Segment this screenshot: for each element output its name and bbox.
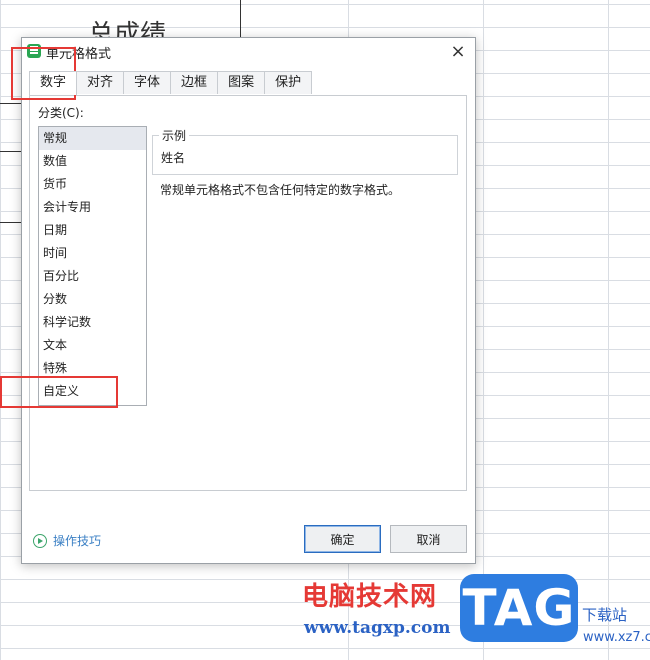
watermark-url: www.tagxp.com	[304, 618, 451, 638]
tab-alignment[interactable]: 对齐	[76, 71, 125, 94]
sheet-border-line	[0, 103, 22, 104]
category-item-time[interactable]: 时间	[39, 242, 146, 265]
category-item-number[interactable]: 数值	[39, 150, 146, 173]
tab-number[interactable]: 数字	[29, 71, 78, 95]
tab-border[interactable]: 边框	[170, 71, 219, 94]
ok-button[interactable]: 确定	[304, 525, 381, 553]
category-item-currency[interactable]: 货币	[39, 173, 146, 196]
category-item-accounting[interactable]: 会计专用	[39, 196, 146, 219]
format-cells-dialog: 单元格格式 × 数字 对齐 字体 边框 图案 保护 分类(C): 常规 数值 货…	[21, 37, 476, 564]
category-list[interactable]: 常规 数值 货币 会计专用 日期 时间 百分比 分数 科学记数 文本 特殊 自定…	[38, 126, 147, 406]
format-description: 常规单元格格式不包含任何特定的数字格式。	[160, 183, 401, 197]
highlight-box-custom	[0, 376, 118, 408]
tab-font[interactable]: 字体	[123, 71, 172, 94]
close-icon[interactable]: ×	[447, 41, 469, 63]
sheet-border-line	[0, 222, 22, 223]
sample-group: 示例 姓名	[152, 127, 458, 175]
sample-legend: 示例	[159, 127, 190, 144]
watermark-logo: TAG	[460, 574, 578, 642]
dialog-titlebar[interactable]: 单元格格式 ×	[22, 38, 475, 66]
tips-link[interactable]: 操作技巧	[33, 532, 101, 549]
tab-pattern[interactable]: 图案	[217, 71, 266, 94]
sheet-grid-line	[608, 0, 609, 660]
tab-strip: 数字 对齐 字体 边框 图案 保护	[29, 71, 313, 95]
number-tab-panel: 分类(C): 常规 数值 货币 会计专用 日期 时间 百分比 分数 科学记数 文…	[29, 95, 467, 491]
tips-label: 操作技巧	[53, 534, 102, 548]
category-item-fraction[interactable]: 分数	[39, 288, 146, 311]
sample-value: 姓名	[161, 151, 186, 165]
tab-protection[interactable]: 保护	[264, 71, 313, 94]
sheet-border-line	[0, 151, 22, 152]
play-circle-icon	[33, 533, 47, 548]
category-item-text[interactable]: 文本	[39, 334, 146, 357]
cancel-button[interactable]: 取消	[390, 525, 467, 553]
category-item-general[interactable]: 常规	[39, 127, 146, 150]
category-item-date[interactable]: 日期	[39, 219, 146, 242]
sheet-grid-line	[483, 0, 484, 660]
category-label: 分类(C):	[38, 106, 84, 120]
watermark-text: 电脑技术网	[302, 582, 438, 612]
category-item-scientific[interactable]: 科学记数	[39, 311, 146, 334]
watermark-url-secondary: www.xz7.com	[583, 630, 650, 645]
category-item-percentage[interactable]: 百分比	[39, 265, 146, 288]
watermark-text-secondary: 下载站	[582, 606, 628, 624]
